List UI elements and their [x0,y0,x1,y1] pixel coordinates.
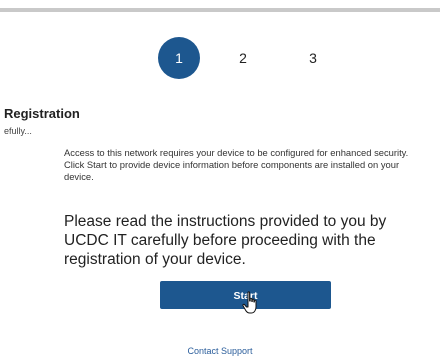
top-divider [0,8,440,12]
access-description: Access to this network requires your dev… [64,147,409,182]
registration-subtitle: efully... [4,126,32,136]
progress-stepper: 1 2 3 [158,37,358,79]
contact-support-link[interactable]: Contact Support [0,346,440,356]
hand-pointer-icon [242,291,257,314]
step-1: 1 [158,37,200,79]
registration-title: Registration [4,106,80,121]
step-3: 3 [309,50,317,66]
step-2: 2 [239,50,247,66]
instructions-text: Please read the instructions provided to… [64,213,387,268]
registration-page: 1 2 3 Registration efully... Access to t… [0,0,440,358]
